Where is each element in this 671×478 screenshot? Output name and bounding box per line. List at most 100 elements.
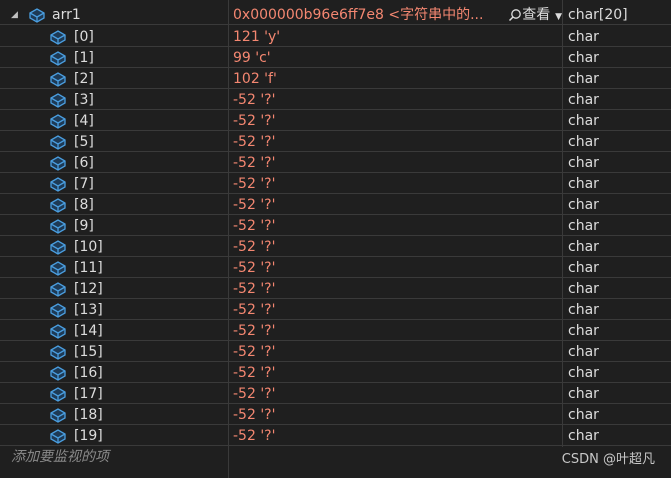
watch-row[interactable]: [4] -52 '?' char — [0, 111, 671, 131]
element-index: [1] — [74, 50, 94, 66]
value-cell[interactable]: 99 'c' — [229, 48, 562, 68]
expanded-triangle-icon[interactable]: ◢ — [11, 5, 21, 25]
name-cell: [10] — [0, 237, 228, 257]
element-index: [14] — [74, 323, 103, 339]
variable-name: arr1 — [52, 7, 81, 23]
value-cell[interactable]: -52 '?' — [229, 300, 562, 320]
watch-row[interactable]: [7] -52 '?' char — [0, 174, 671, 194]
name-cell: [19] — [0, 426, 228, 446]
name-cell: [3] — [0, 90, 228, 110]
value-cell[interactable]: -52 '?' — [229, 258, 562, 278]
watch-row[interactable]: [5] -52 '?' char — [0, 132, 671, 152]
object-cube-icon — [50, 408, 66, 423]
watch-window: ◢ arr1 0x000000b96e6ff7e8 <字符串中的... 查看 ▼… — [0, 0, 671, 478]
object-cube-icon — [29, 8, 45, 23]
value-cell[interactable]: -52 '?' — [229, 132, 562, 152]
element-index: [6] — [74, 155, 94, 171]
object-cube-icon — [50, 72, 66, 87]
watch-row[interactable]: [8] -52 '?' char — [0, 195, 671, 215]
name-cell: [7] — [0, 174, 228, 194]
type-cell: char — [568, 134, 599, 150]
type-cell: char — [568, 155, 599, 171]
watch-row[interactable]: [16] -52 '?' char — [0, 363, 671, 383]
name-cell: [5] — [0, 132, 228, 152]
element-index: [15] — [74, 344, 103, 360]
watch-row[interactable]: [1] 99 'c' char — [0, 48, 671, 68]
element-index: [17] — [74, 386, 103, 402]
name-cell: [16] — [0, 363, 228, 383]
element-index: [19] — [74, 428, 103, 444]
column-divider[interactable] — [228, 0, 229, 478]
value-cell[interactable]: -52 '?' — [229, 363, 562, 383]
watch-row[interactable]: [13] -52 '?' char — [0, 300, 671, 320]
name-cell: [4] — [0, 111, 228, 131]
watch-row[interactable]: [10] -52 '?' char — [0, 237, 671, 257]
element-index: [5] — [74, 134, 94, 150]
element-index: [4] — [74, 113, 94, 129]
object-cube-icon — [50, 135, 66, 150]
value-cell[interactable]: -52 '?' — [229, 153, 562, 173]
value-cell[interactable]: 121 'y' — [229, 27, 562, 47]
text-visualizer-button[interactable]: 查看 ▼ — [508, 5, 562, 25]
element-index: [18] — [74, 407, 103, 423]
value-cell[interactable]: -52 '?' — [229, 426, 562, 446]
name-cell: ◢ arr1 — [0, 5, 228, 25]
watch-row[interactable]: [12] -52 '?' char — [0, 279, 671, 299]
value-cell[interactable]: -52 '?' — [229, 405, 562, 425]
watch-row[interactable]: [18] -52 '?' char — [0, 405, 671, 425]
type-cell: char — [568, 281, 599, 297]
type-cell: char[20] — [568, 7, 628, 23]
watermark: CSDN @叶超凡 — [561, 452, 655, 467]
value-cell[interactable]: 102 'f' — [229, 69, 562, 89]
watch-row[interactable]: [2] 102 'f' char — [0, 69, 671, 89]
value-cell[interactable]: -52 '?' — [229, 237, 562, 257]
value-cell[interactable]: -52 '?' — [229, 321, 562, 341]
variable-value: 0x000000b96e6ff7e8 <字符串中的... — [233, 7, 484, 23]
element-index: [11] — [74, 260, 103, 276]
name-cell: [0] — [0, 27, 228, 47]
watch-row[interactable]: [15] -52 '?' char — [0, 342, 671, 362]
object-cube-icon — [50, 198, 66, 213]
name-cell: [12] — [0, 279, 228, 299]
type-cell: char — [568, 218, 599, 234]
watch-row[interactable]: [3] -52 '?' char — [0, 90, 671, 110]
watch-row-root[interactable]: ◢ arr1 0x000000b96e6ff7e8 <字符串中的... 查看 ▼… — [0, 5, 671, 25]
value-cell[interactable]: -52 '?' — [229, 174, 562, 194]
value-cell[interactable]: -52 '?' — [229, 279, 562, 299]
value-cell[interactable]: -52 '?' — [229, 342, 562, 362]
object-cube-icon — [50, 51, 66, 66]
value-cell[interactable]: -52 '?' — [229, 216, 562, 236]
value-cell[interactable]: 0x000000b96e6ff7e8 <字符串中的... 查看 ▼ — [229, 5, 562, 25]
add-watch-input[interactable]: 添加要监视的项 — [0, 447, 228, 467]
watch-row[interactable]: [6] -52 '?' char — [0, 153, 671, 173]
watch-row[interactable]: [14] -52 '?' char — [0, 321, 671, 341]
viewer-label: 查看 — [522, 7, 551, 23]
object-cube-icon — [50, 366, 66, 381]
type-cell: char — [568, 176, 599, 192]
column-divider[interactable] — [562, 0, 563, 447]
type-cell: char — [568, 344, 599, 360]
object-cube-icon — [50, 429, 66, 444]
object-cube-icon — [50, 93, 66, 108]
watch-row[interactable]: [11] -52 '?' char — [0, 258, 671, 278]
name-cell: [6] — [0, 153, 228, 173]
watch-row[interactable]: [19] -52 '?' char — [0, 426, 671, 446]
value-cell[interactable]: -52 '?' — [229, 111, 562, 131]
name-cell: [8] — [0, 195, 228, 215]
name-cell: [14] — [0, 321, 228, 341]
watch-row[interactable]: [9] -52 '?' char — [0, 216, 671, 236]
watch-row[interactable]: [17] -52 '?' char — [0, 384, 671, 404]
value-cell[interactable]: -52 '?' — [229, 384, 562, 404]
object-cube-icon — [50, 387, 66, 402]
type-cell: char — [568, 302, 599, 318]
name-cell: [1] — [0, 48, 228, 68]
value-cell[interactable]: -52 '?' — [229, 90, 562, 110]
object-cube-icon — [50, 282, 66, 297]
caret-down-icon[interactable]: ▼ — [552, 12, 562, 22]
type-cell: char — [568, 407, 599, 423]
element-index: [0] — [74, 29, 94, 45]
element-index: [8] — [74, 197, 94, 213]
type-cell: char — [568, 260, 599, 276]
watch-row[interactable]: [0] 121 'y' char — [0, 27, 671, 47]
value-cell[interactable]: -52 '?' — [229, 195, 562, 215]
